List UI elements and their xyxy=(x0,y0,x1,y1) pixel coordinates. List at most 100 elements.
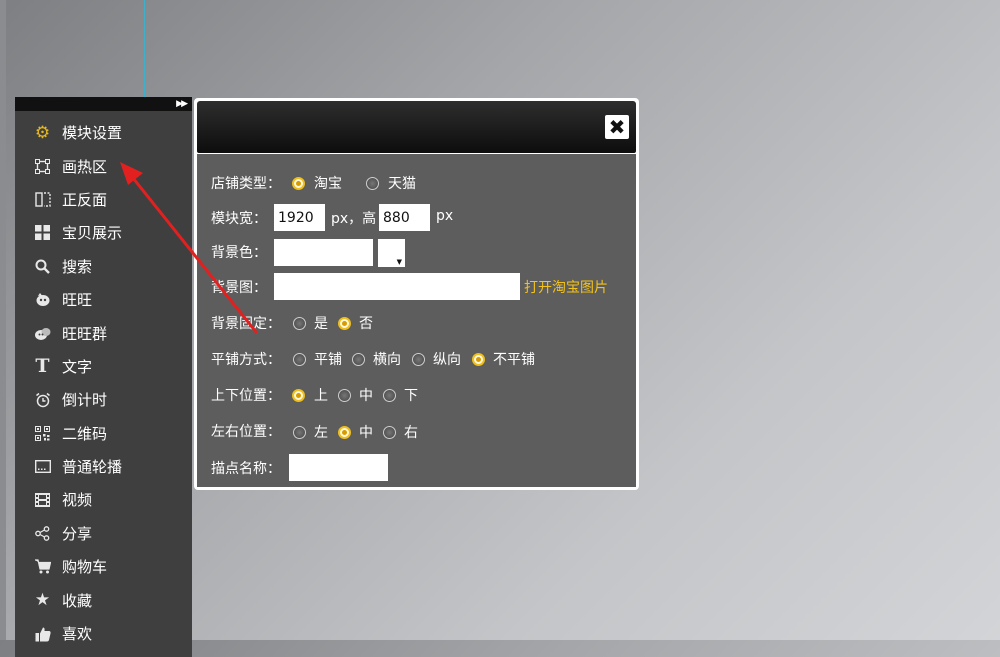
cart-icon xyxy=(34,558,51,575)
carousel-icon xyxy=(34,458,51,475)
module-height-input[interactable] xyxy=(379,204,430,231)
search-icon xyxy=(34,258,51,275)
dialog-header xyxy=(197,101,636,153)
color-picker-dropdown[interactable]: ▼ xyxy=(378,239,405,267)
bg-fixed-yes-radio[interactable] xyxy=(293,317,306,330)
sidebar-item-label: 分享 xyxy=(62,524,93,543)
close-icon: ✖ xyxy=(608,115,626,139)
h-position-left-label: 左 xyxy=(314,425,328,441)
sidebar-item-wangwang[interactable]: 旺旺 xyxy=(15,283,192,316)
shop-type-taobao-radio[interactable] xyxy=(292,177,305,190)
v-position-label: 上下位置： xyxy=(211,388,281,404)
module-sidebar: ▶▶ ⚙ 模块设置 画热区 正反面 宝贝展示 搜索 旺旺 旺旺群 T 文字 倒计… xyxy=(15,97,192,657)
shop-type-tmall-radio[interactable] xyxy=(366,177,379,190)
sidebar-item-like[interactable]: 喜欢 xyxy=(15,617,192,650)
sidebar-item-video[interactable]: 视频 xyxy=(15,483,192,516)
sidebar-item-label: 倒计时 xyxy=(62,391,108,410)
v-position-top-label: 上 xyxy=(314,388,328,404)
h-position-center-radio[interactable] xyxy=(338,426,351,439)
bg-fixed-label: 背景固定： xyxy=(211,316,281,332)
tile-mode-horizontal-radio[interactable] xyxy=(352,353,365,366)
tile-mode-tile-label: 平铺 xyxy=(314,352,342,368)
v-position-middle-radio[interactable] xyxy=(338,389,351,402)
tile-mode-vertical-radio[interactable] xyxy=(412,353,425,366)
sidebar-item-share[interactable]: 分享 xyxy=(15,517,192,550)
module-width-label: 模块宽： xyxy=(211,211,267,227)
shop-type-taobao-label: 淘宝 xyxy=(314,176,342,192)
sidebar-item-module-settings[interactable]: ⚙ 模块设置 xyxy=(15,116,192,149)
grid-icon xyxy=(34,224,51,241)
h-position-right-label: 右 xyxy=(404,425,418,441)
h-position-left-radio[interactable] xyxy=(293,426,306,439)
h-position-center-label: 中 xyxy=(359,425,373,441)
tile-mode-none-radio[interactable] xyxy=(472,353,485,366)
sidebar-item-flip[interactable]: 正反面 xyxy=(15,183,192,216)
sidebar-item-label: 正反面 xyxy=(62,190,108,209)
anchor-name-label: 描点名称： xyxy=(211,461,281,477)
sidebar-item-label: 购物车 xyxy=(62,558,108,577)
v-position-bottom-label: 下 xyxy=(404,388,418,404)
bg-fixed-yes-label: 是 xyxy=(314,316,328,332)
shop-type-tmall-label: 天猫 xyxy=(388,176,416,192)
video-icon xyxy=(34,491,51,508)
sidebar-item-product-display[interactable]: 宝贝展示 xyxy=(15,216,192,249)
sidebar-item-label: 模块设置 xyxy=(62,124,123,143)
sidebar-header: ▶▶ xyxy=(15,97,192,111)
bg-color-label: 背景色： xyxy=(211,245,267,261)
sidebar-item-label: 收藏 xyxy=(62,591,93,610)
share-icon xyxy=(34,525,51,542)
sidebar-item-countdown[interactable]: 倒计时 xyxy=(15,383,192,416)
sidebar-item-cart[interactable]: 购物车 xyxy=(15,550,192,583)
height-unit-label: px xyxy=(436,208,454,224)
v-position-top-radio[interactable] xyxy=(292,389,305,402)
sidebar-item-label: 画热区 xyxy=(62,157,108,176)
sidebar-item-label: 视频 xyxy=(62,491,93,510)
sidebar-item-wangwang-group[interactable]: 旺旺群 xyxy=(15,316,192,349)
tile-mode-tile-radio[interactable] xyxy=(293,353,306,366)
bg-fixed-no-radio[interactable] xyxy=(338,317,351,330)
h-position-right-radio[interactable] xyxy=(383,426,396,439)
sidebar-item-favorite[interactable]: ★ 收藏 xyxy=(15,583,192,616)
v-position-middle-label: 中 xyxy=(359,388,373,404)
sidebar-item-carousel[interactable]: 普通轮播 xyxy=(15,450,192,483)
thumbs-up-icon xyxy=(34,625,51,642)
h-position-label: 左右位置： xyxy=(211,424,281,440)
sidebar-item-search[interactable]: 搜索 xyxy=(15,250,192,283)
anchor-name-input[interactable] xyxy=(289,454,388,481)
sidebar-item-qrcode[interactable]: 二维码 xyxy=(15,417,192,450)
sidebar-item-label: 文字 xyxy=(62,357,93,376)
tile-mode-horizontal-label: 横向 xyxy=(373,352,401,368)
text-icon: T xyxy=(35,355,50,378)
sidebar-item-hotspot[interactable]: 画热区 xyxy=(15,149,192,182)
left-edge-strip xyxy=(0,0,6,640)
sidebar-item-label: 二维码 xyxy=(62,424,108,443)
tile-mode-none-label: 不平铺 xyxy=(493,352,535,368)
sidebar-item-label: 喜欢 xyxy=(62,625,93,644)
wangwang-icon xyxy=(34,291,51,308)
bg-image-label: 背景图： xyxy=(211,280,267,296)
sidebar-item-text[interactable]: T 文字 xyxy=(15,350,192,383)
v-position-bottom-radio[interactable] xyxy=(383,389,396,402)
double-chevron-right-icon[interactable]: ▶▶ xyxy=(176,97,188,111)
sidebar-item-label: 旺旺 xyxy=(62,291,93,310)
bg-image-input[interactable] xyxy=(274,273,520,300)
sidebar-item-label: 搜索 xyxy=(62,257,93,276)
qrcode-icon xyxy=(34,425,51,442)
hotspot-icon xyxy=(34,158,51,175)
open-taobao-image-link[interactable]: 打开淘宝图片 xyxy=(524,277,608,297)
close-button[interactable]: ✖ xyxy=(605,115,629,139)
sidebar-item-label: 普通轮播 xyxy=(62,458,123,477)
chevron-down-icon: ▼ xyxy=(396,258,402,266)
tile-mode-label: 平铺方式： xyxy=(211,352,281,368)
sidebar-item-label: 旺旺群 xyxy=(62,324,108,343)
module-width-input[interactable] xyxy=(274,204,325,231)
sidebar-item-label: 宝贝展示 xyxy=(62,224,123,243)
width-unit-label: px，高 xyxy=(331,211,377,227)
guide-line xyxy=(144,0,145,97)
bg-color-input[interactable] xyxy=(274,239,373,266)
tile-mode-vertical-label: 纵向 xyxy=(433,352,461,368)
wangwang-group-icon xyxy=(34,325,51,342)
alarm-clock-icon xyxy=(34,391,51,408)
shop-type-label: 店铺类型： xyxy=(211,176,281,192)
bg-fixed-no-label: 否 xyxy=(359,316,373,332)
